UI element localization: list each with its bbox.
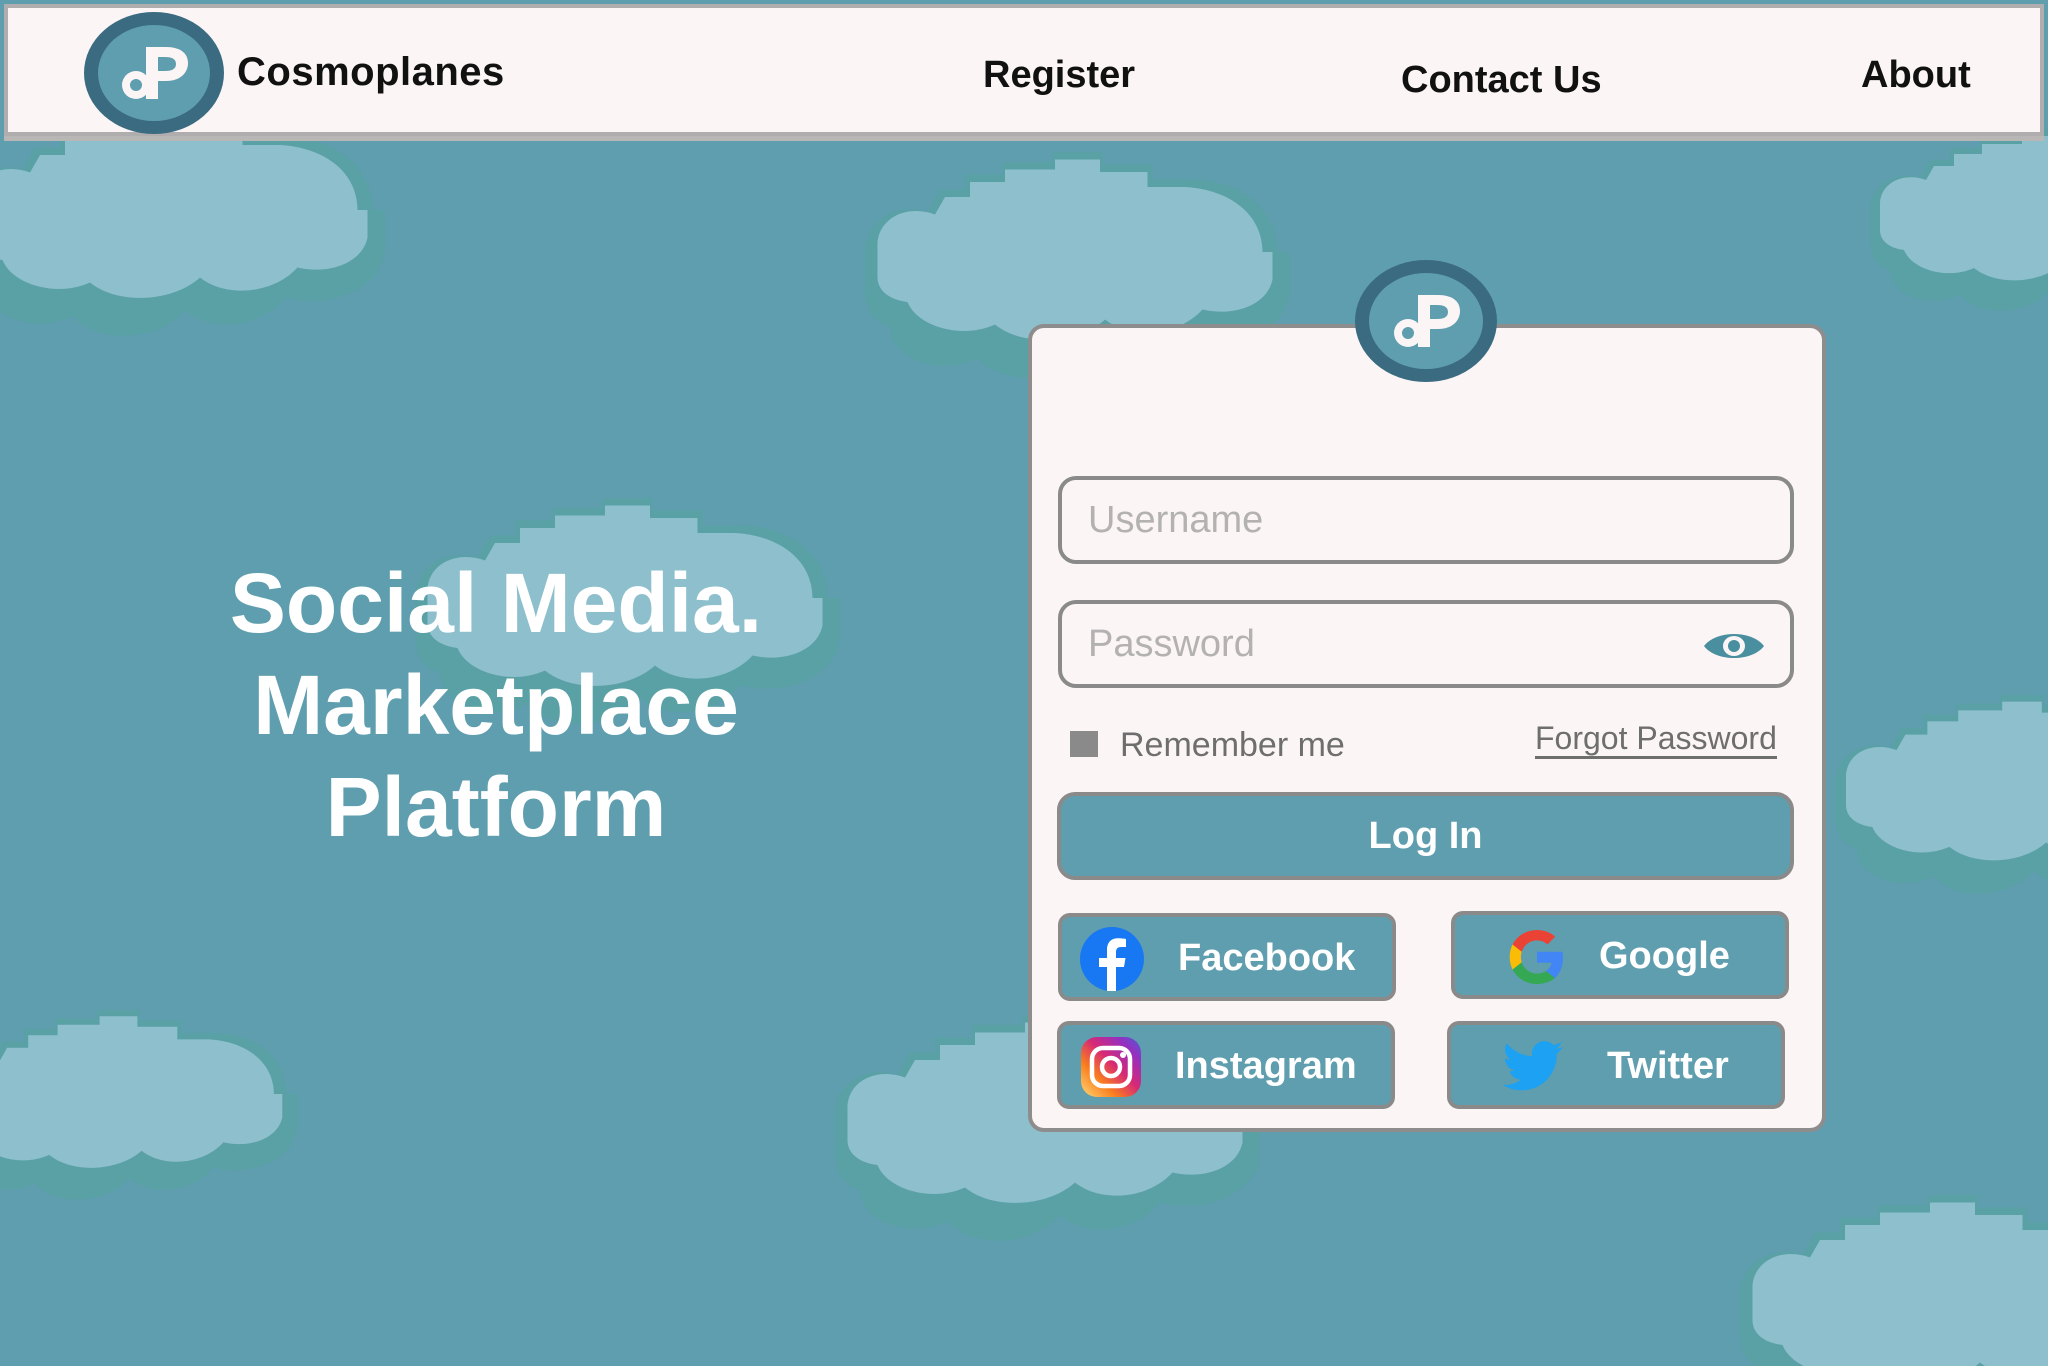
username-field [1058,476,1794,564]
nav-contact-link[interactable]: Contact Us [1401,59,1602,102]
hero-line: Platform [325,760,667,854]
nav-register-link[interactable]: Register [983,54,1135,97]
facebook-label: Facebook [1178,937,1356,979]
nav-about-link[interactable]: About [1861,54,1971,97]
brand-name[interactable]: Cosmoplanes [237,50,505,95]
password-field [1058,600,1794,688]
hero-headline: Social Media. Marketplace Platform [196,552,796,858]
instagram-icon [1081,1037,1141,1097]
google-icon [1509,930,1563,984]
eye-icon[interactable] [1702,626,1766,666]
google-login-button[interactable]: Google [1451,911,1789,999]
facebook-login-button[interactable]: Facebook [1058,913,1396,1001]
remember-me-checkbox[interactable] [1070,731,1098,757]
cp-monogram-logo-icon[interactable] [84,12,224,134]
top-navbar: Cosmoplanes Register Contact Us About [4,4,2044,141]
hero-line: Social Media. [229,556,763,650]
forgot-password-link[interactable]: Forgot Password [1535,720,1777,759]
cp-monogram-glyph [1394,295,1460,347]
card-logo-icon [1355,260,1497,382]
google-label: Google [1599,935,1730,977]
login-button[interactable]: Log In [1057,792,1794,880]
username-input[interactable] [1088,480,1688,560]
twitter-label: Twitter [1607,1045,1729,1087]
password-input[interactable] [1088,604,1688,684]
facebook-icon [1080,927,1144,991]
remember-me-label: Remember me [1120,726,1345,764]
hero-line: Marketplace [253,658,739,752]
instagram-login-button[interactable]: Instagram [1057,1021,1395,1109]
twitter-login-button[interactable]: Twitter [1447,1021,1785,1109]
twitter-icon [1502,1041,1563,1091]
instagram-label: Instagram [1175,1045,1357,1087]
cp-monogram-glyph [122,47,188,99]
